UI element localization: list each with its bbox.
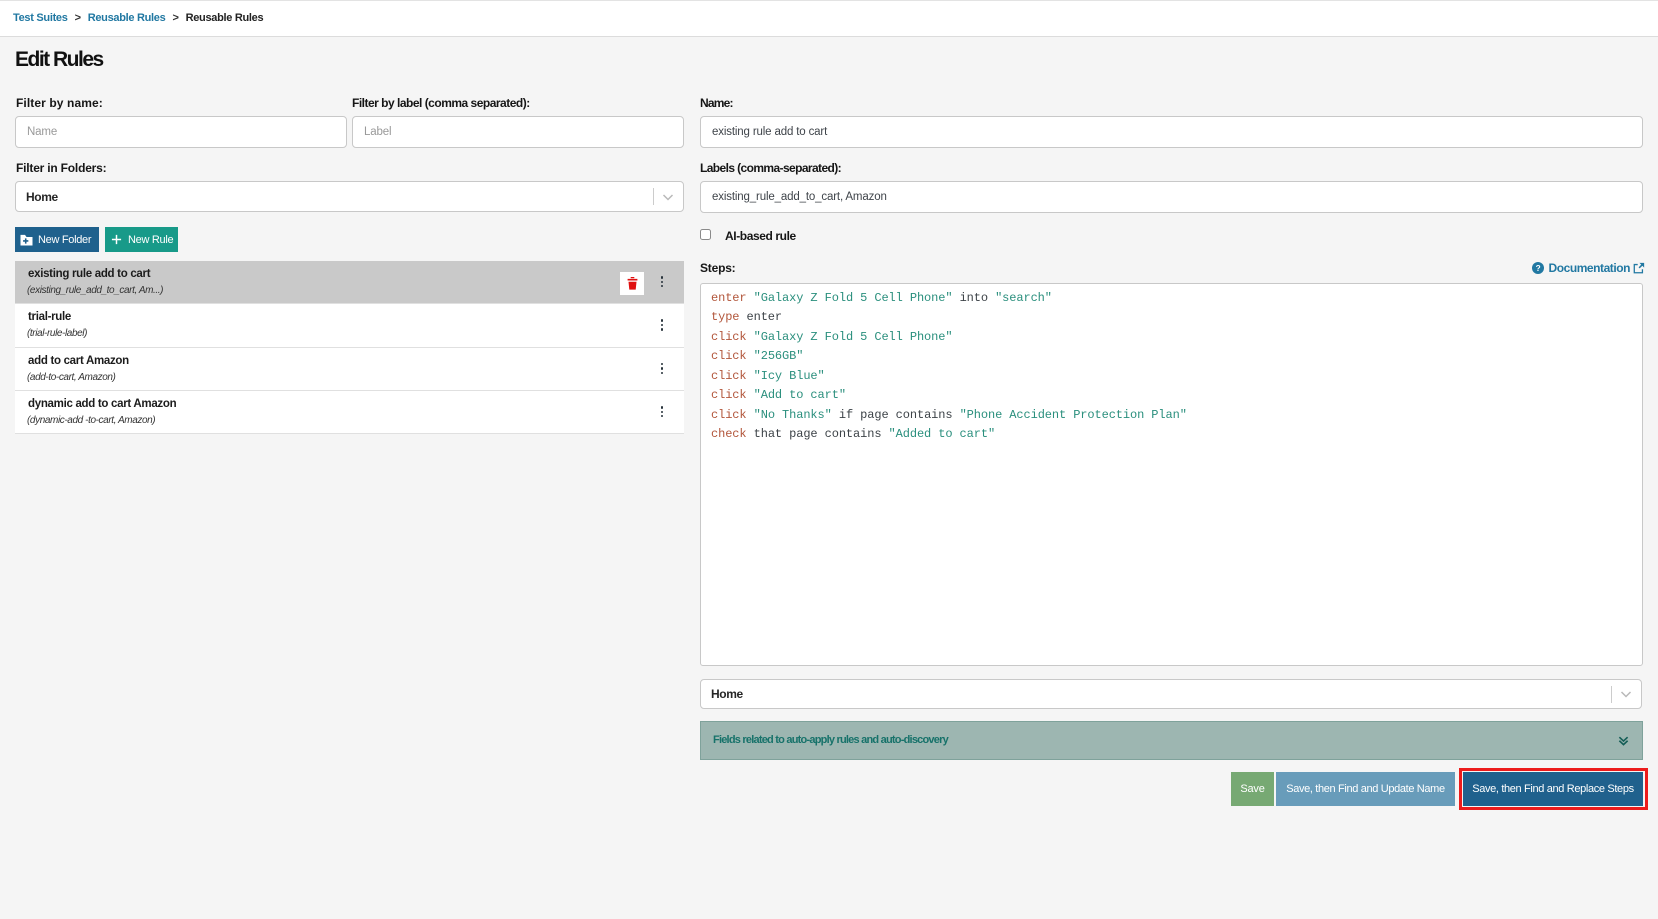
svg-text:?: ? xyxy=(1535,264,1540,273)
